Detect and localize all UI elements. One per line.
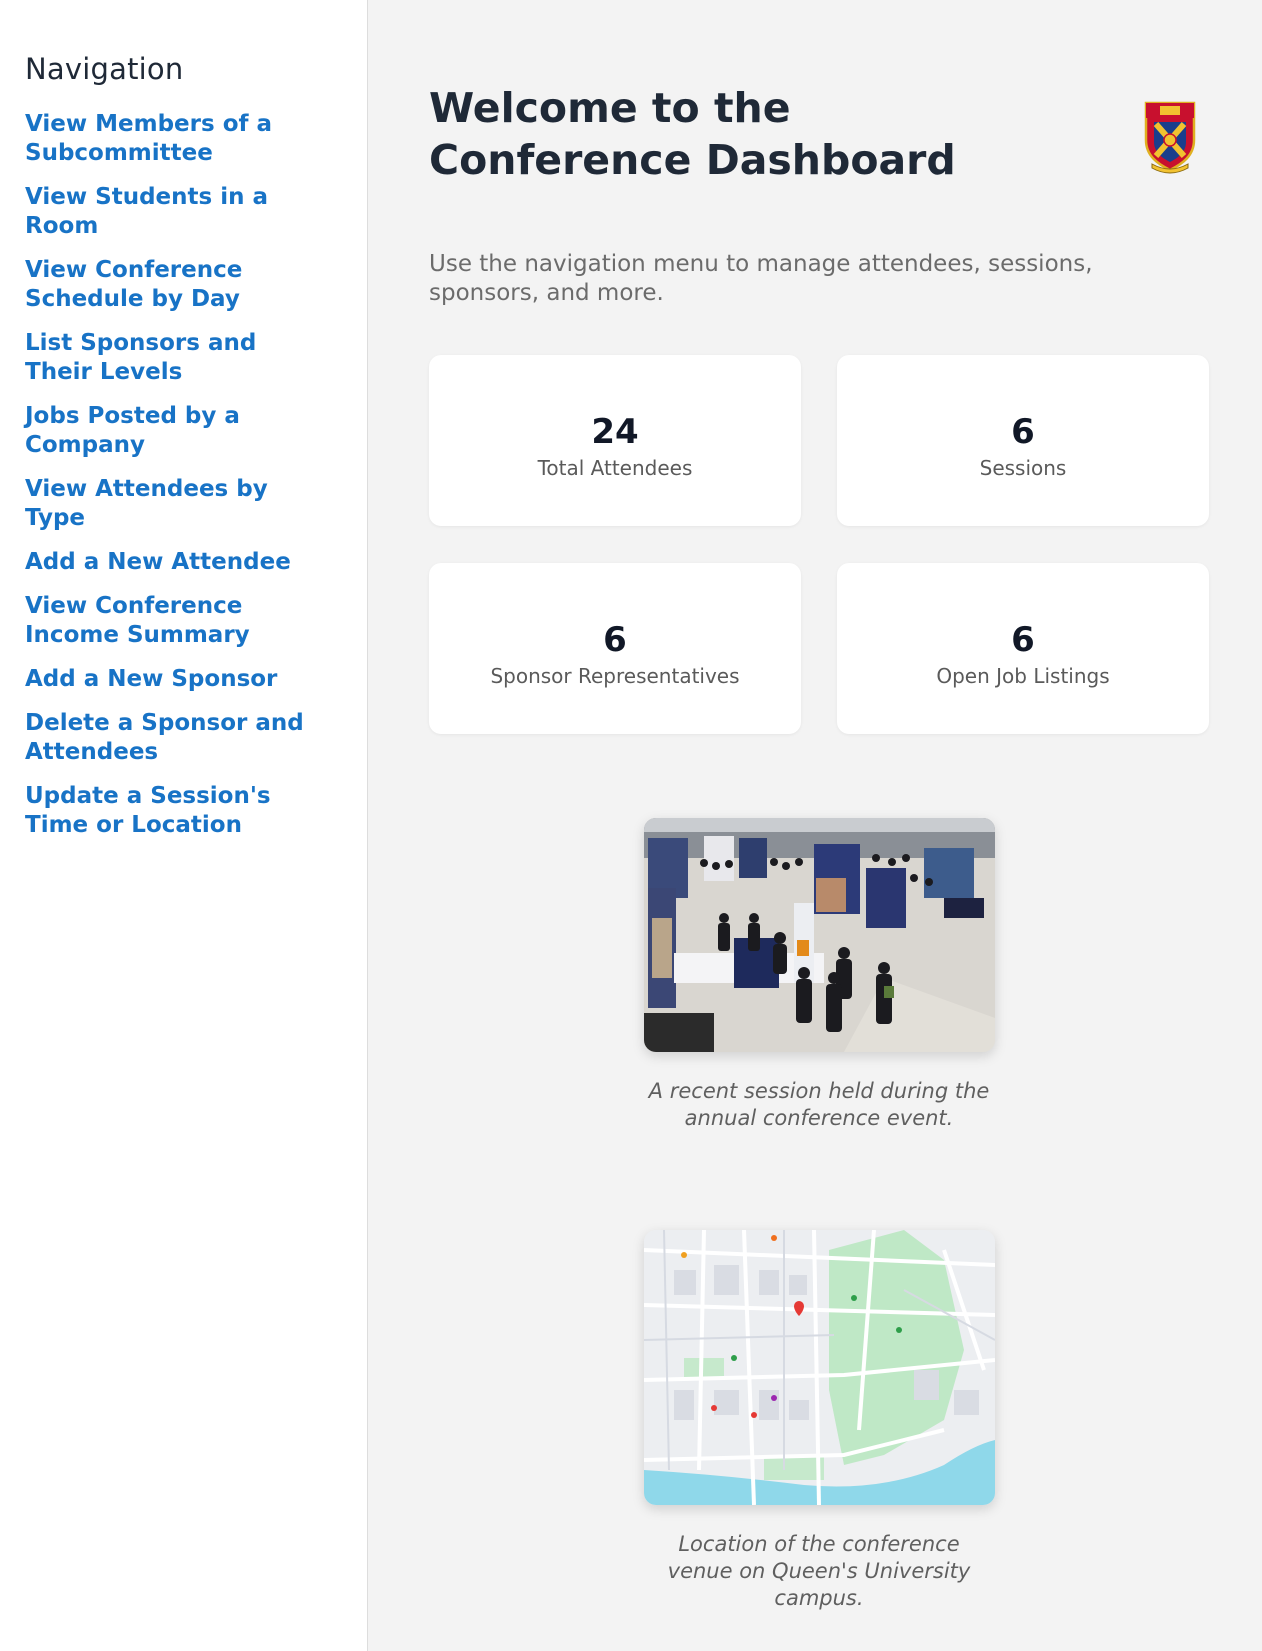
nav-link-students-in-room[interactable]: View Students in a Room [25,183,325,241]
nav-link-income-summary[interactable]: View Conference Income Summary [25,592,325,650]
stat-card-sponsor-reps: 6 Sponsor Representatives [429,563,801,734]
stat-card-attendees: 24 Total Attendees [429,355,801,526]
stat-label: Sessions [979,455,1067,480]
intro-text: Use the navigation menu to manage attend… [429,251,1093,306]
nav-link-add-sponsor[interactable]: Add a New Sponsor [25,665,325,694]
photo-caption: A recent session held during the annual … [648,1079,990,1130]
stat-label: Total Attendees [537,455,693,480]
stat-value: 6 [1011,619,1035,660]
stat-value: 6 [603,619,627,660]
stat-card-job-listings: 6 Open Job Listings [837,563,1209,734]
venue-map[interactable] [643,1230,995,1505]
nav-link-add-attendee[interactable]: Add a New Attendee [25,548,325,577]
nav-link-subcommittee-members[interactable]: View Members of a Subcommittee [25,110,325,168]
venue-map-figure: Location of the conference venue on Quee… [429,1230,1209,1612]
stats-grid: 24 Total Attendees 6 Sessions 6 Sponsor … [429,355,1210,734]
sidebar-title: Navigation [25,52,184,86]
nav-link-schedule-by-day[interactable]: View Conference Schedule by Day [25,256,325,314]
stat-value: 24 [591,411,639,452]
nav-link-delete-sponsor[interactable]: Delete a Sponsor and Attendees [25,709,325,767]
stat-value: 6 [1011,411,1035,452]
nav-link-attendees-by-type[interactable]: View Attendees by Type [25,475,325,533]
stat-label: Open Job Listings [936,663,1110,688]
app-layout: Navigation View Members of a Subcommitte… [0,0,1262,1651]
page-header: Welcome to the Conference Dashboard [429,82,1210,186]
conference-photo-figure: A recent session held during the annual … [429,818,1209,1132]
stat-card-sessions: 6 Sessions [837,355,1209,526]
page-title: Welcome to the Conference Dashboard [429,84,956,184]
nav-link-update-session[interactable]: Update a Session's Time or Location [25,782,325,840]
nav-link-sponsors-levels[interactable]: List Sponsors and Their Levels [25,329,325,387]
university-crest-icon [1144,101,1196,174]
nav-link-jobs-by-company[interactable]: Jobs Posted by a Company [25,402,325,460]
main-content: Welcome to the Conference Dashboard Use … [368,0,1262,1651]
sidebar: Navigation View Members of a Subcommitte… [0,0,368,1651]
stat-label: Sponsor Representatives [490,663,740,688]
conference-photo [643,818,995,1052]
nav-list: View Members of a Subcommittee View Stud… [25,110,347,840]
map-caption: Location of the conference venue on Quee… [667,1532,971,1610]
